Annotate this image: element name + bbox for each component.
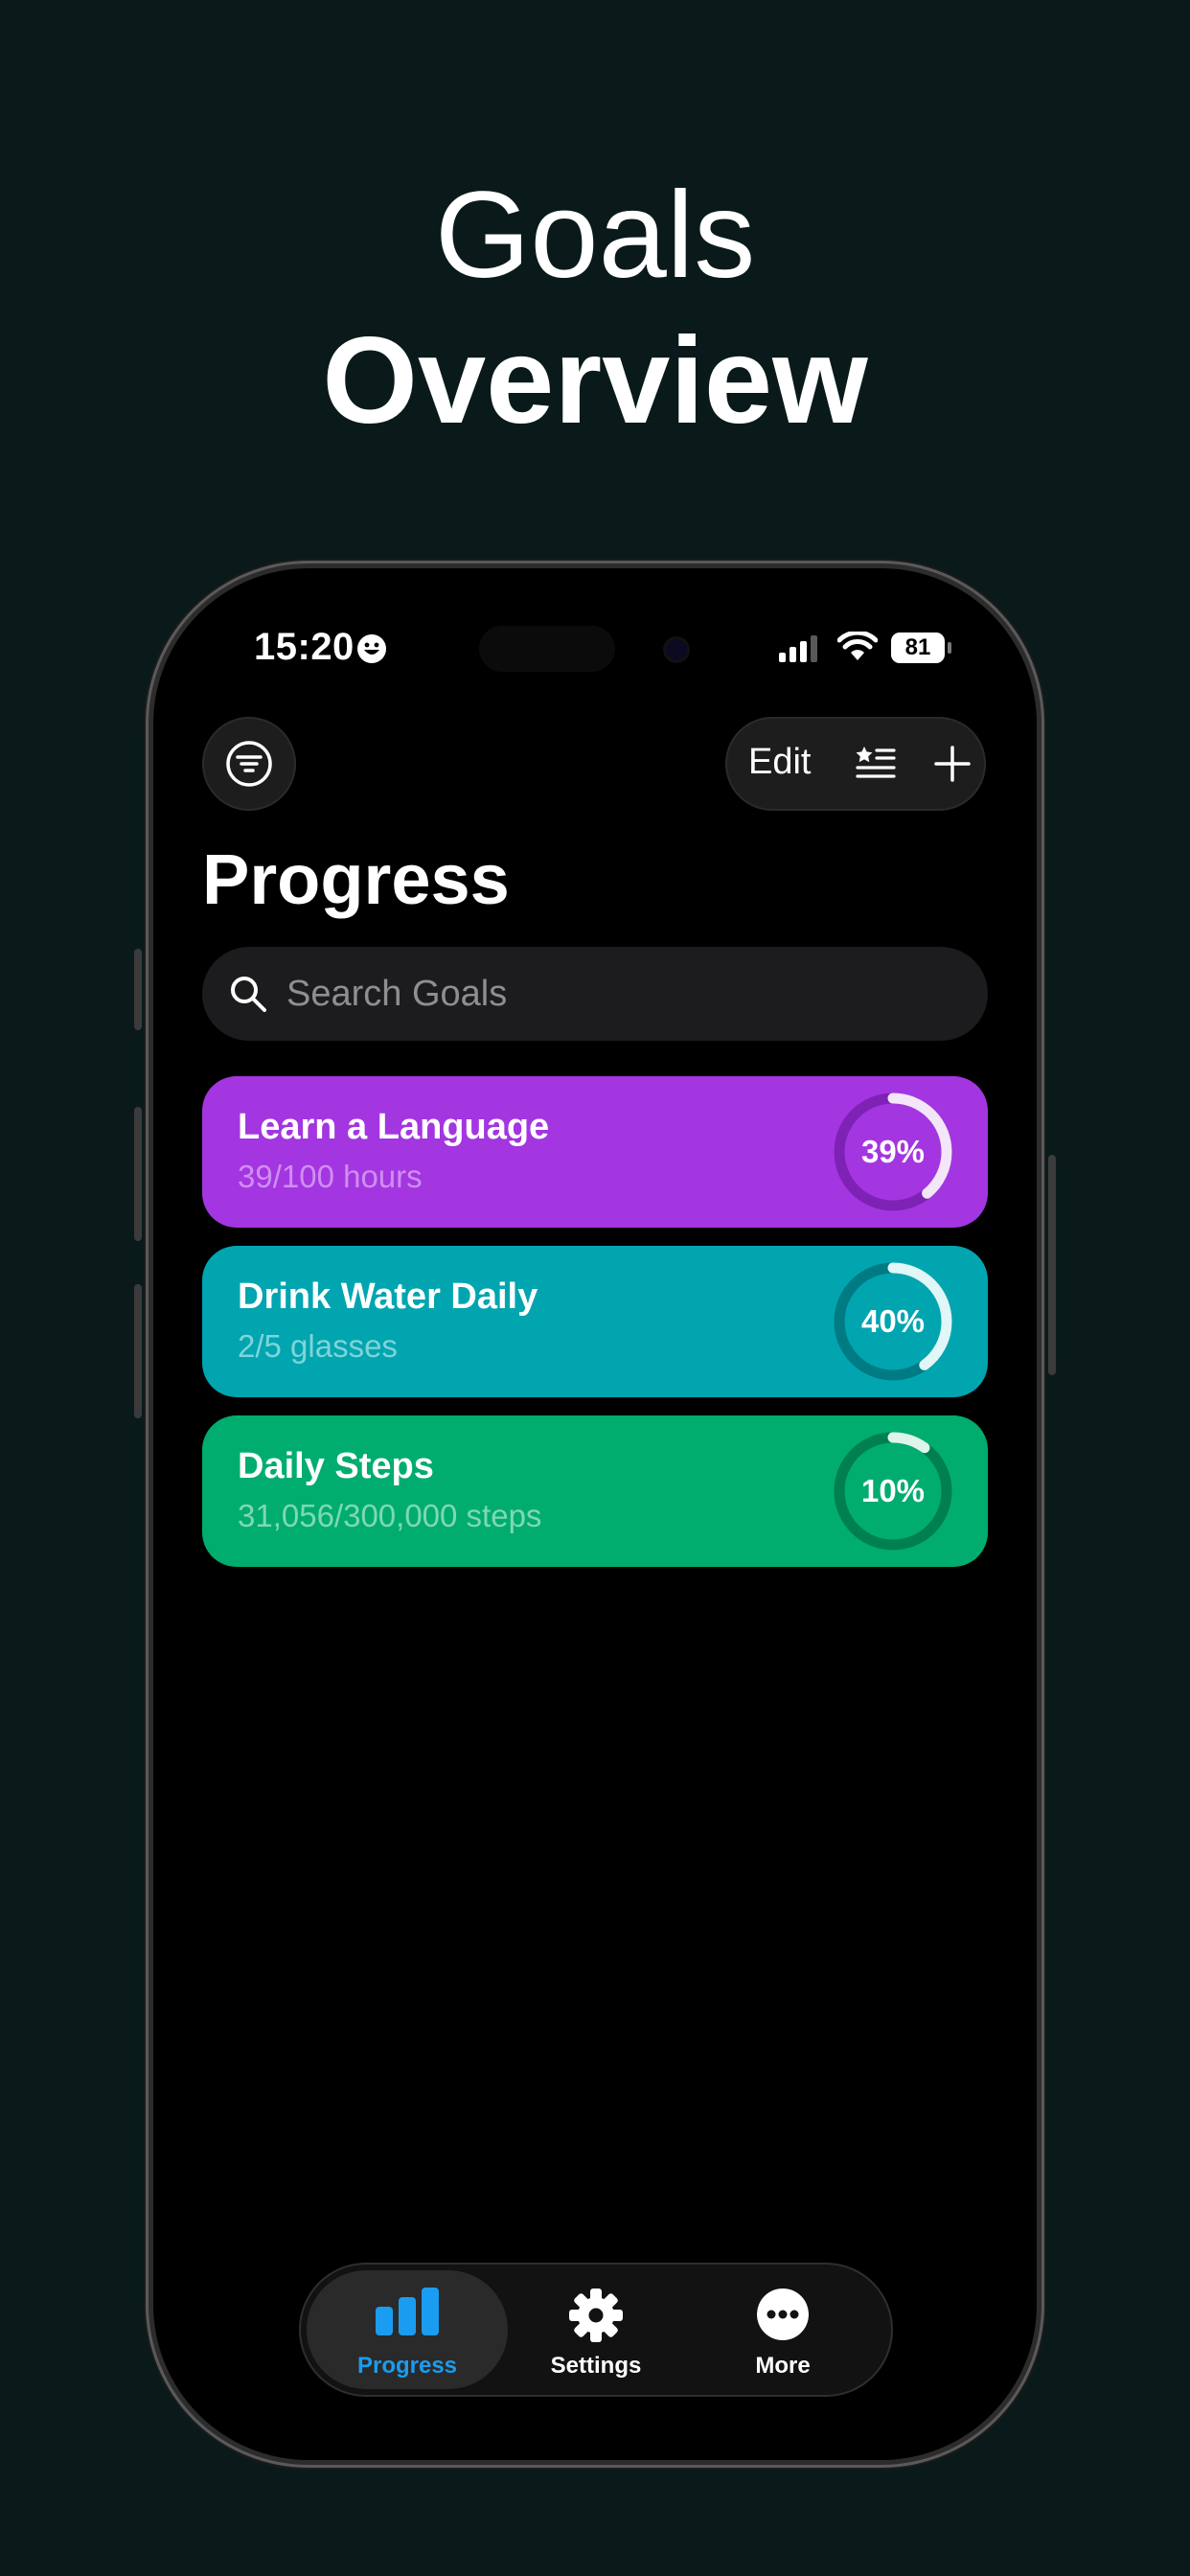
- power-button: [1048, 1155, 1056, 1375]
- tab-label: More: [755, 2353, 811, 2379]
- bar-chart-icon: [376, 2288, 439, 2335]
- search-input[interactable]: [286, 947, 957, 1041]
- headline-line-1: Goals: [434, 167, 756, 304]
- gear-icon: [569, 2288, 623, 2342]
- tab-label: Progress: [356, 2353, 458, 2379]
- tab-more[interactable]: More: [682, 2270, 883, 2389]
- tab-progress[interactable]: Progress: [307, 2270, 508, 2389]
- search-icon: [231, 977, 266, 1012]
- signal-icon: [779, 635, 817, 662]
- phone-screen: 15:20 81 Edit Progress Search Goals Lear…: [153, 568, 1037, 2460]
- battery-nub: [948, 642, 951, 654]
- goal-subtitle: 31,056/300,000 steps: [238, 1498, 542, 1533]
- battery-indicator: 81: [891, 632, 945, 663]
- more-icon: [757, 2288, 809, 2340]
- progress-percent: 40%: [860, 1303, 926, 1339]
- status-time: 15:20: [254, 626, 355, 668]
- tab-settings[interactable]: Settings: [495, 2270, 697, 2389]
- smiley-icon: [357, 634, 386, 663]
- page-title: Progress: [202, 840, 510, 919]
- volume-up-button: [134, 1107, 142, 1241]
- goal-title: Drink Water Daily: [238, 1276, 538, 1317]
- tab-bar: Progress Settings More: [299, 2263, 893, 2397]
- progress-percent: 10%: [860, 1473, 926, 1508]
- headline-line-2: Overview: [322, 312, 868, 449]
- favorites-list-icon[interactable]: [856, 745, 896, 783]
- goal-card-learn-language[interactable]: Learn a Language 39/100 hours 39%: [202, 1076, 988, 1228]
- goal-card-drink-water[interactable]: Drink Water Daily 2/5 glasses 40%: [202, 1246, 988, 1397]
- wifi-icon: [837, 632, 878, 660]
- progress-percent: 39%: [860, 1134, 926, 1169]
- toolbar-pill: Edit: [725, 717, 986, 811]
- camera-icon: [666, 639, 687, 660]
- filter-button[interactable]: [202, 717, 296, 811]
- filter-icon: [226, 741, 272, 787]
- volume-down-button: [134, 1284, 142, 1418]
- search-bar[interactable]: [202, 947, 988, 1041]
- edit-button[interactable]: Edit: [748, 742, 811, 783]
- goal-subtitle: 39/100 hours: [238, 1159, 423, 1194]
- goal-title: Daily Steps: [238, 1446, 434, 1486]
- goal-subtitle: 2/5 glasses: [238, 1328, 398, 1364]
- action-button: [134, 949, 142, 1030]
- goal-title: Learn a Language: [238, 1107, 550, 1147]
- tab-label: Settings: [550, 2353, 642, 2379]
- dynamic-island: [479, 626, 615, 672]
- headline: Goals Overview: [0, 163, 1190, 454]
- goal-card-daily-steps[interactable]: Daily Steps 31,056/300,000 steps 10%: [202, 1415, 988, 1567]
- add-icon[interactable]: [934, 746, 971, 782]
